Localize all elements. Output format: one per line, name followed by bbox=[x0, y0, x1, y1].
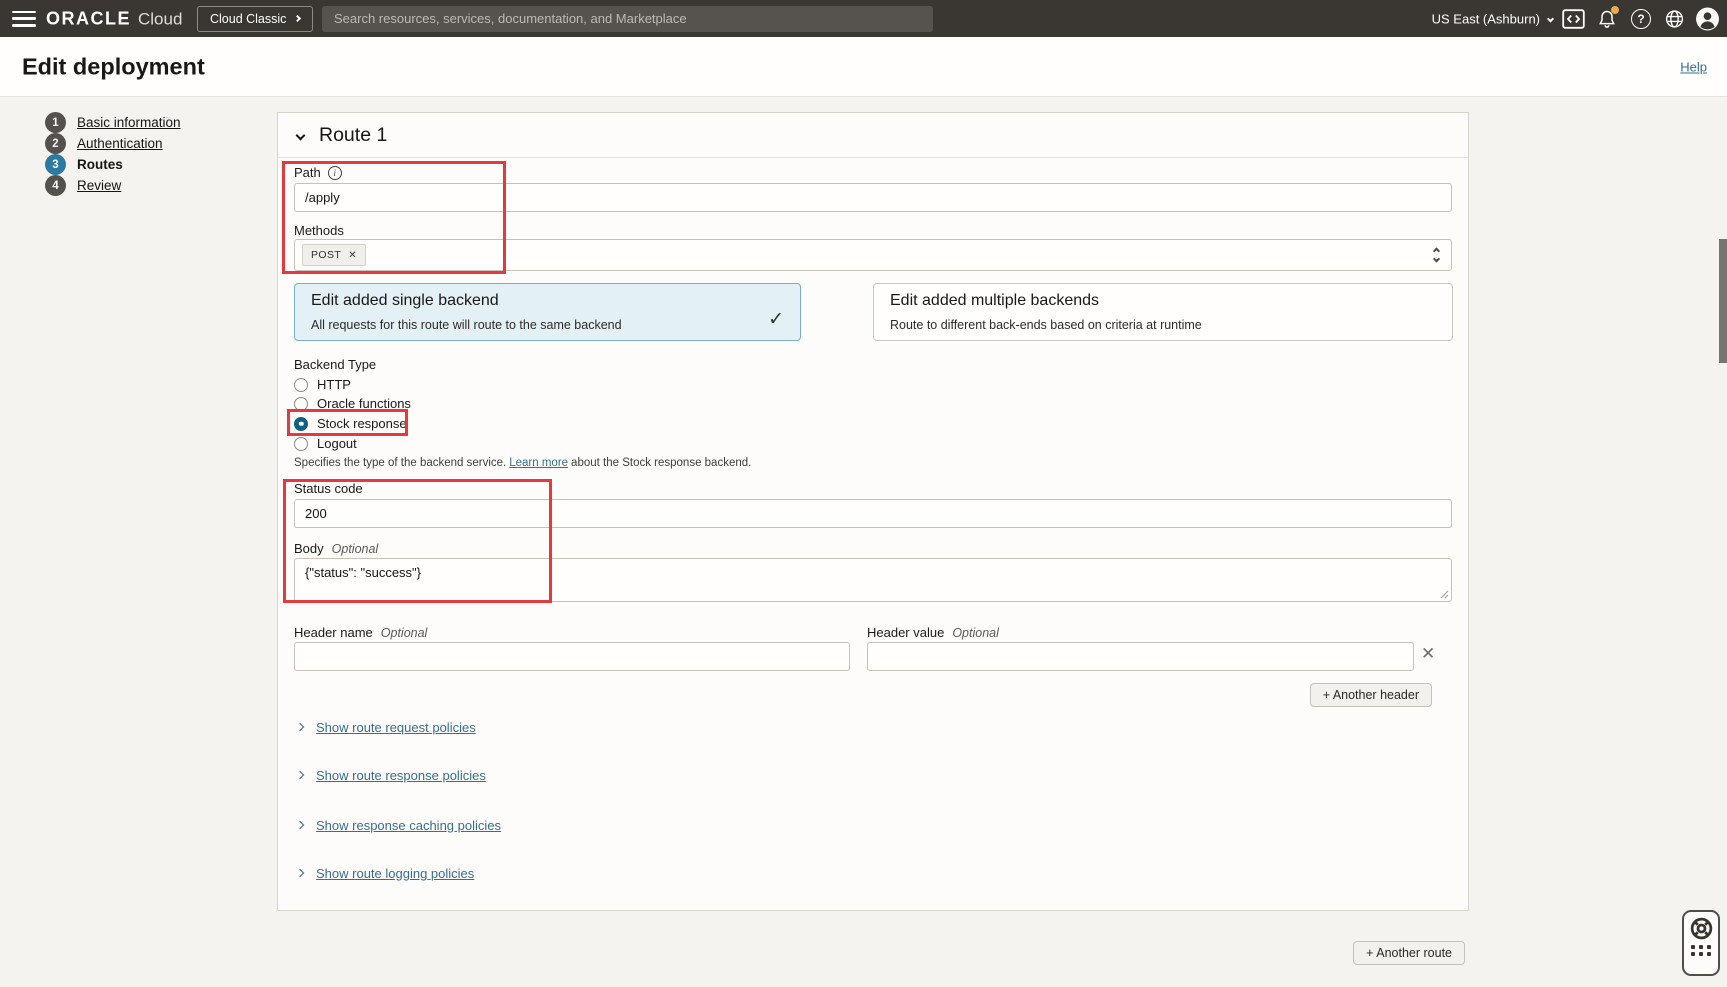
wizard-step-label[interactable]: Authentication bbox=[77, 136, 163, 151]
route-response-policies-toggle[interactable]: Show route response policies bbox=[297, 767, 486, 783]
path-input[interactable] bbox=[294, 183, 1452, 212]
card-subtitle: All requests for this route will route t… bbox=[311, 318, 622, 332]
grid-dots-icon bbox=[1691, 945, 1711, 956]
methods-label: Methods bbox=[294, 223, 344, 238]
backend-type-helper-text: Specifies the type of the backend servic… bbox=[294, 457, 751, 469]
remove-method-icon[interactable]: ✕ bbox=[348, 250, 357, 261]
selected-check-icon: ✓ bbox=[768, 308, 784, 331]
learn-more-link[interactable]: Learn more bbox=[509, 457, 568, 469]
vertical-scrollbar-thumb[interactable] bbox=[1719, 239, 1727, 363]
methods-select[interactable]: POST ✕ bbox=[294, 239, 1452, 271]
step-number-badge: 1 bbox=[45, 112, 66, 133]
multiple-backends-card[interactable]: Edit added multiple backends Route to di… bbox=[873, 283, 1453, 341]
header-name-label: Header name Optional bbox=[294, 625, 427, 640]
header-value-input[interactable] bbox=[867, 642, 1414, 671]
step-number-badge: 2 bbox=[45, 133, 66, 154]
chevron-right-icon bbox=[296, 771, 304, 779]
region-label: US East (Ashburn) bbox=[1432, 11, 1540, 26]
route-section-title: Route 1 bbox=[319, 124, 387, 147]
radio-icon-selected[interactable] bbox=[294, 417, 308, 431]
radio-oracle-functions[interactable]: Oracle functions bbox=[294, 395, 411, 412]
status-code-label: Status code bbox=[294, 481, 363, 496]
policy-link[interactable]: Show route request policies bbox=[316, 720, 476, 735]
notification-badge bbox=[1611, 6, 1619, 14]
wizard-step-authentication[interactable]: 2 Authentication bbox=[45, 133, 181, 154]
card-subtitle: Route to different back-ends based on cr… bbox=[890, 318, 1202, 332]
resize-handle-icon[interactable] bbox=[1440, 590, 1449, 599]
life-ring-icon bbox=[1689, 916, 1714, 941]
chevron-right-icon bbox=[296, 723, 304, 731]
path-label: Path i bbox=[294, 165, 342, 180]
optional-tag: Optional bbox=[332, 542, 379, 556]
single-backend-card[interactable]: Edit added single backend All requests f… bbox=[294, 283, 801, 341]
edit-deployment-screen: ORACLE Cloud Cloud Classic US East (Ashb… bbox=[0, 0, 1727, 987]
topbar: ORACLE Cloud Cloud Classic US East (Ashb… bbox=[0, 0, 1727, 37]
wizard-step-label: Routes bbox=[77, 157, 123, 172]
info-icon[interactable]: i bbox=[328, 166, 342, 180]
radio-logout[interactable]: Logout bbox=[294, 435, 357, 452]
optional-tag: Optional bbox=[952, 626, 999, 640]
assistant-widget[interactable] bbox=[1682, 910, 1720, 976]
wizard-step-routes[interactable]: 3 Routes bbox=[45, 154, 181, 175]
radio-icon[interactable] bbox=[294, 397, 308, 411]
developer-tools-icon[interactable] bbox=[1562, 9, 1585, 29]
radio-http[interactable]: HTTP bbox=[294, 376, 351, 393]
remove-header-icon[interactable]: ✕ bbox=[1421, 644, 1435, 664]
select-spinner-icon bbox=[1434, 249, 1439, 262]
body-field-wrap: {"status": "success"} bbox=[294, 558, 1452, 602]
chevron-down-icon bbox=[1547, 15, 1554, 22]
chevron-right-icon bbox=[294, 15, 301, 22]
notifications-bell-icon[interactable] bbox=[1597, 8, 1617, 30]
cloud-classic-label: Cloud Classic bbox=[210, 12, 286, 26]
search-input[interactable] bbox=[322, 6, 933, 32]
body-textarea[interactable]: {"status": "success"} bbox=[294, 558, 1452, 602]
policy-link[interactable]: Show response caching policies bbox=[316, 818, 501, 833]
help-link[interactable]: Help bbox=[1680, 59, 1707, 74]
optional-tag: Optional bbox=[381, 626, 428, 640]
wizard-step-basic-information[interactable]: 1 Basic information bbox=[45, 112, 181, 133]
page-title: Edit deployment bbox=[22, 53, 205, 80]
wizard-steps: 1 Basic information 2 Authentication 3 R… bbox=[45, 112, 181, 196]
policy-link[interactable]: Show route logging policies bbox=[316, 866, 474, 881]
radio-stock-response[interactable]: Stock response bbox=[294, 415, 407, 432]
backend-type-label: Backend Type bbox=[294, 357, 376, 372]
brand-cloud: Cloud bbox=[138, 9, 182, 29]
header-value-label: Header value Optional bbox=[867, 625, 999, 640]
step-number-badge: 3 bbox=[45, 154, 66, 175]
chevron-right-icon bbox=[296, 821, 304, 829]
page-header: Edit deployment Help bbox=[0, 37, 1727, 97]
collapse-chevron-icon bbox=[296, 130, 306, 140]
oracle-cloud-logo[interactable]: ORACLE Cloud bbox=[46, 8, 182, 29]
policy-link[interactable]: Show route response policies bbox=[316, 768, 486, 783]
radio-icon[interactable] bbox=[294, 437, 308, 451]
another-header-button[interactable]: + Another header bbox=[1310, 683, 1432, 707]
wizard-step-label[interactable]: Basic information bbox=[77, 115, 181, 130]
cloud-classic-button[interactable]: Cloud Classic bbox=[197, 6, 313, 32]
card-title: Edit added multiple backends bbox=[890, 292, 1099, 310]
user-avatar-icon[interactable] bbox=[1695, 6, 1720, 31]
body-label: Body Optional bbox=[294, 541, 378, 556]
response-caching-policies-toggle[interactable]: Show response caching policies bbox=[297, 817, 501, 833]
route-request-policies-toggle[interactable]: Show route request policies bbox=[297, 719, 476, 735]
radio-icon[interactable] bbox=[294, 378, 308, 392]
chevron-right-icon bbox=[296, 869, 304, 877]
card-title: Edit added single backend bbox=[311, 292, 499, 310]
route-logging-policies-toggle[interactable]: Show route logging policies bbox=[297, 865, 474, 881]
menu-icon[interactable] bbox=[12, 11, 36, 27]
method-chip-label: POST bbox=[311, 249, 341, 261]
language-globe-icon[interactable] bbox=[1664, 8, 1685, 29]
help-question-icon[interactable]: ? bbox=[1631, 9, 1651, 29]
status-code-input[interactable] bbox=[294, 499, 1452, 528]
wizard-step-review[interactable]: 4 Review bbox=[45, 175, 181, 196]
header-name-input[interactable] bbox=[294, 642, 850, 671]
method-chip-post[interactable]: POST ✕ bbox=[302, 244, 366, 266]
route-section-header[interactable]: Route 1 bbox=[278, 113, 1468, 158]
step-number-badge: 4 bbox=[45, 175, 66, 196]
brand-oracle: ORACLE bbox=[46, 8, 131, 29]
route-panel: Route 1 Path i Methods POST ✕ Edit added… bbox=[277, 112, 1469, 911]
another-route-button[interactable]: + Another route bbox=[1353, 941, 1465, 965]
region-selector[interactable]: US East (Ashburn) bbox=[1432, 11, 1553, 26]
wizard-step-label[interactable]: Review bbox=[77, 178, 121, 193]
